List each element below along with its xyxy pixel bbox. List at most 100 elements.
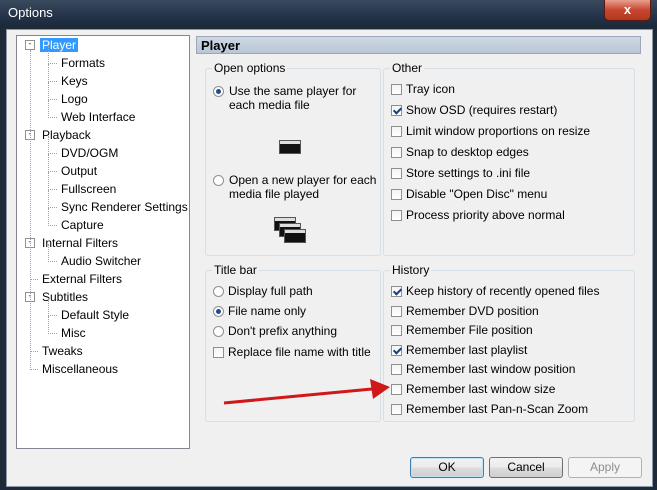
new-player-label: Open a new player for each media file pl… bbox=[229, 173, 377, 201]
tree-connector bbox=[48, 171, 57, 172]
checkbox-row[interactable]: Snap to desktop edges bbox=[391, 145, 529, 159]
checkbox-label: Remember DVD position bbox=[406, 303, 539, 318]
open-options-group: Open options Use the same player for eac… bbox=[205, 61, 381, 256]
new-player-radio[interactable]: Open a new player for each media file pl… bbox=[213, 173, 378, 201]
checkbox-label: Remember last Pan-n-Scan Zoom bbox=[406, 401, 589, 416]
checkbox-row[interactable]: Remember DVD position bbox=[391, 304, 539, 318]
new-player-radio-mark[interactable] bbox=[213, 175, 224, 186]
checkbox-row[interactable]: Show OSD (requires restart) bbox=[391, 103, 557, 117]
other-legend: Other bbox=[390, 61, 425, 75]
checkbox[interactable] bbox=[391, 168, 402, 179]
checkbox[interactable] bbox=[391, 384, 402, 395]
tree-item[interactable]: Web Interface bbox=[59, 109, 137, 125]
same-player-radio-mark[interactable] bbox=[213, 86, 224, 97]
checkbox-row[interactable]: Remember last playlist bbox=[391, 343, 527, 357]
tree-connector bbox=[48, 64, 49, 82]
tree-item[interactable]: Logo bbox=[59, 91, 90, 107]
tree-item[interactable]: Internal Filters bbox=[40, 235, 120, 251]
radio-button[interactable] bbox=[213, 306, 224, 317]
window-titlebar[interactable]: Options x bbox=[0, 0, 657, 26]
tree-item-label: Player bbox=[40, 38, 79, 52]
checkbox-row[interactable]: Remember last window position bbox=[391, 362, 575, 376]
tree-item-label: Keys bbox=[61, 74, 88, 88]
cancel-button[interactable]: Cancel bbox=[489, 457, 563, 478]
checkbox[interactable] bbox=[391, 344, 402, 356]
checkbox-label: Remember last playlist bbox=[406, 342, 528, 357]
tree-item[interactable]: Default Style bbox=[59, 307, 131, 323]
tree-item-label: Formats bbox=[61, 56, 106, 70]
checkbox-label: Keep history of recently opened files bbox=[406, 284, 600, 298]
tree-item-label: Sync Renderer Settings bbox=[61, 200, 188, 214]
radio-button[interactable] bbox=[213, 286, 224, 297]
title-bar-radio[interactable]: Don't prefix anything bbox=[213, 324, 337, 338]
tree-item[interactable]: Formats bbox=[59, 55, 107, 71]
tree-connector bbox=[48, 100, 49, 118]
tree-item[interactable]: Output bbox=[59, 163, 99, 179]
checkbox-row[interactable]: Disable "Open Disc" menu bbox=[391, 187, 547, 201]
tree-item-label: DVD/OGM bbox=[61, 146, 119, 160]
tree-item[interactable]: External Filters bbox=[40, 271, 124, 287]
options-tree[interactable]: Player - Formats Keys Logo Web Interface Playb… bbox=[16, 35, 190, 449]
checkbox[interactable] bbox=[391, 189, 402, 200]
tree-item-label: External Filters bbox=[42, 272, 123, 286]
ok-button[interactable]: OK bbox=[410, 457, 484, 478]
checkbox-row[interactable]: Remember last Pan-n-Scan Zoom bbox=[391, 402, 588, 416]
tree-connector bbox=[48, 63, 57, 64]
checkbox[interactable] bbox=[391, 403, 402, 415]
close-button[interactable]: x bbox=[604, 0, 651, 21]
title-bar-radio[interactable]: Display full path bbox=[213, 284, 313, 298]
tree-item[interactable]: Capture bbox=[59, 217, 106, 233]
checkbox-row[interactable]: Store settings to .ini file bbox=[391, 166, 530, 180]
history-group: History Keep history of recently opened … bbox=[383, 263, 635, 422]
tree-connector bbox=[30, 351, 38, 352]
open-options-legend: Open options bbox=[212, 61, 288, 75]
tree-connector bbox=[48, 315, 57, 316]
tree-connector bbox=[48, 190, 49, 208]
tree-item[interactable]: Keys bbox=[59, 73, 90, 89]
replace-title-checkbox[interactable]: Replace file name with title bbox=[213, 345, 371, 359]
tree-connector bbox=[48, 154, 49, 172]
tree-connector bbox=[30, 279, 38, 280]
checkbox-row[interactable]: Tray icon bbox=[391, 82, 455, 96]
tree-connector bbox=[48, 99, 57, 100]
tree-connector bbox=[48, 244, 49, 262]
tree-item[interactable]: Fullscreen bbox=[59, 181, 118, 197]
checkbox[interactable] bbox=[391, 147, 402, 158]
radio-button[interactable] bbox=[213, 326, 224, 337]
tree-item[interactable]: DVD/OGM bbox=[59, 145, 120, 161]
tree-item[interactable]: Audio Switcher bbox=[59, 253, 143, 269]
tree-item[interactable]: Player bbox=[40, 37, 79, 53]
tree-item[interactable]: Misc bbox=[59, 325, 88, 341]
replace-title-label: Replace file name with title bbox=[228, 345, 371, 359]
same-player-radio[interactable]: Use the same player for each media file bbox=[213, 84, 378, 112]
checkbox[interactable] bbox=[391, 364, 402, 376]
checkbox-row[interactable]: Remember File position bbox=[391, 323, 533, 337]
tree-item[interactable]: Tweaks bbox=[40, 343, 85, 359]
tree-connector bbox=[48, 261, 57, 262]
tree-connector bbox=[48, 136, 49, 154]
window-title: Options bbox=[8, 5, 53, 20]
checkbox-row[interactable]: Process priority above normal bbox=[391, 208, 565, 222]
checkbox[interactable] bbox=[391, 210, 402, 221]
checkbox-label: Show OSD (requires restart) bbox=[406, 103, 558, 117]
tree-item-label: Default Style bbox=[61, 308, 130, 322]
tree-item[interactable]: Sync Renderer Settings bbox=[59, 199, 190, 215]
tree-item[interactable]: Miscellaneous bbox=[40, 361, 120, 377]
checkbox[interactable] bbox=[391, 126, 402, 137]
checkbox-row[interactable]: Limit window proportions on resize bbox=[391, 124, 590, 138]
tree-connector bbox=[48, 316, 49, 334]
checkbox[interactable] bbox=[391, 305, 402, 317]
tree-connector bbox=[30, 369, 38, 370]
tree-collapse-icon[interactable]: - bbox=[25, 40, 35, 50]
checkbox[interactable] bbox=[391, 325, 402, 337]
checkbox[interactable] bbox=[391, 84, 402, 95]
title-bar-radio[interactable]: File name only bbox=[213, 304, 306, 318]
checkbox-row[interactable]: Keep history of recently opened files bbox=[391, 284, 599, 298]
checkbox[interactable] bbox=[391, 105, 402, 116]
apply-button[interactable]: Apply bbox=[568, 457, 642, 478]
checkbox-label: Remember last window position bbox=[406, 362, 576, 377]
replace-title-checkbox-mark[interactable] bbox=[213, 347, 224, 358]
history-legend: History bbox=[390, 263, 432, 277]
checkbox[interactable] bbox=[391, 286, 402, 297]
checkbox-row[interactable]: Remember last window size bbox=[391, 382, 555, 396]
